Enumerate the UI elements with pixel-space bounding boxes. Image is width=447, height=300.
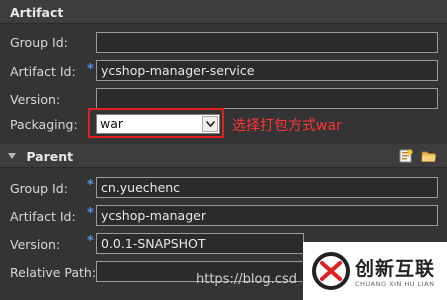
add-dependency-icon[interactable] bbox=[398, 149, 414, 163]
collapse-twisty-icon[interactable] bbox=[8, 153, 16, 159]
parent-version-field[interactable]: 0.0.1-SNAPSHOT bbox=[96, 233, 304, 254]
packaging-select[interactable]: war bbox=[96, 114, 220, 134]
parent-artifact-id-label: Artifact Id: bbox=[10, 209, 76, 224]
brand-subtitle: CHUANG XIN HU LIAN bbox=[355, 280, 435, 288]
parent-group-id-required-mark: * bbox=[87, 178, 94, 193]
parent-group-id-label: Group Id: bbox=[10, 181, 68, 196]
parent-artifact-id-required-mark: * bbox=[87, 206, 94, 221]
packaging-select-value: war bbox=[100, 116, 124, 131]
chevron-down-icon bbox=[205, 121, 215, 127]
artifact-section-title: Artifact bbox=[10, 5, 64, 20]
group-id-label: Group Id: bbox=[10, 35, 68, 50]
artifact-id-label: Artifact Id: bbox=[10, 64, 76, 79]
parent-section-header[interactable]: Parent bbox=[0, 144, 447, 168]
parent-version-label: Version: bbox=[10, 237, 61, 252]
version-label: Version: bbox=[10, 92, 61, 107]
parent-section-title: Parent bbox=[26, 149, 74, 164]
packaging-label: Packaging: bbox=[10, 117, 78, 132]
parent-version-required-mark: * bbox=[87, 234, 94, 249]
version-field[interactable] bbox=[96, 88, 438, 109]
browse-folder-icon[interactable] bbox=[421, 149, 437, 163]
parent-group-id-field[interactable]: cn.yuechenc bbox=[96, 177, 438, 198]
packaging-annotation: 选择打包方式war bbox=[232, 118, 342, 134]
watermark-url: https://blog.csd bbox=[196, 272, 297, 287]
packaging-highlight-box: war bbox=[88, 108, 224, 138]
artifact-id-field[interactable]: ycshop-manager-service bbox=[96, 60, 438, 81]
watermark-logo: 创新互联 CHUANG XIN HU LIAN bbox=[303, 242, 447, 300]
packaging-dropdown-button[interactable] bbox=[202, 116, 218, 132]
parent-artifact-id-field[interactable]: ycshop-manager bbox=[96, 205, 438, 226]
relative-path-label: Relative Path: bbox=[10, 265, 97, 280]
brand-logo-icon bbox=[312, 252, 350, 290]
artifact-id-required-mark: * bbox=[87, 62, 94, 77]
artifact-section-header: Artifact bbox=[0, 0, 447, 24]
brand-name: 创新互联 bbox=[355, 258, 436, 280]
group-id-field[interactable] bbox=[96, 32, 438, 53]
